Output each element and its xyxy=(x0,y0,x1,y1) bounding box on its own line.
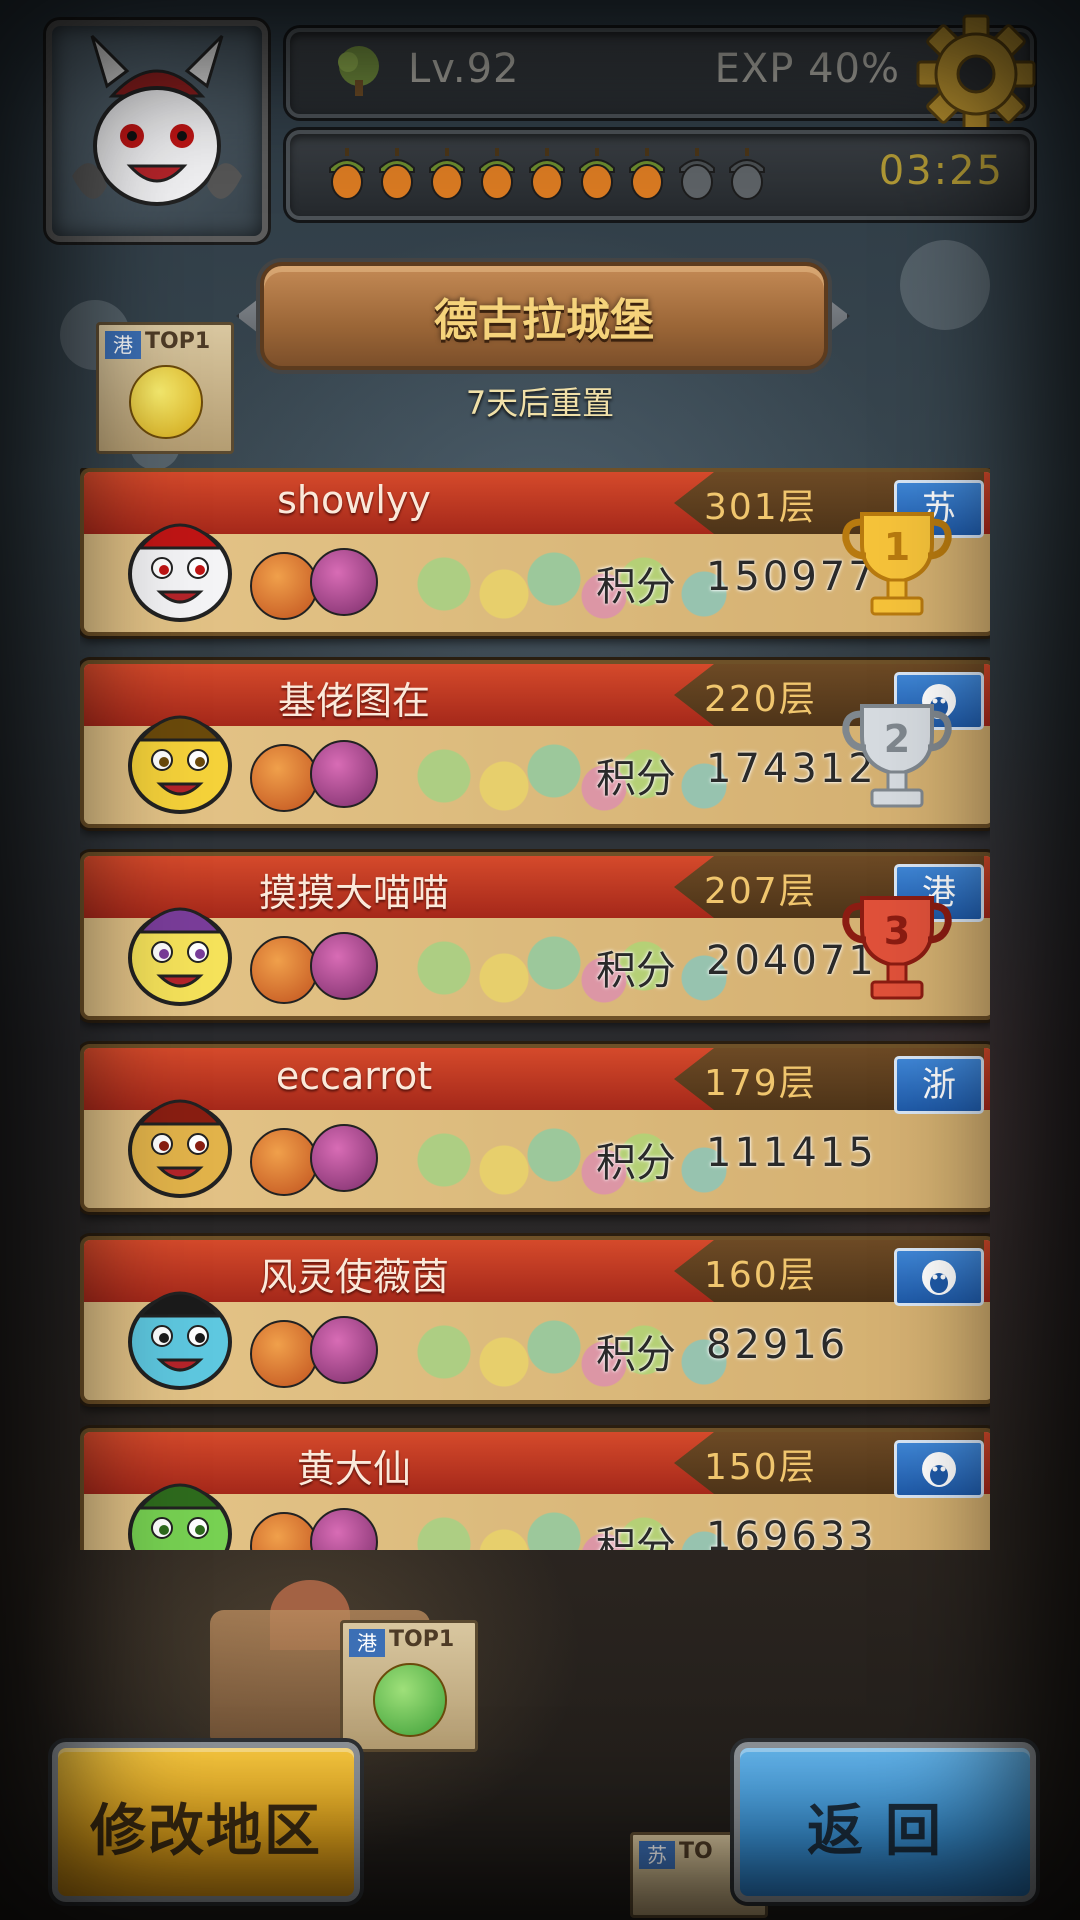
team-monster-icon xyxy=(310,1124,378,1192)
leaderboard-row[interactable]: eccarrot 179层 积分 111415 浙 xyxy=(80,1044,990,1212)
snow-tree-decor xyxy=(900,240,990,330)
score-value: 169633 xyxy=(706,1514,877,1550)
hero-monster-icon xyxy=(128,715,232,814)
score-label: 积分 xyxy=(596,1140,676,1186)
acorn-row xyxy=(326,148,768,202)
flag-monster-icon xyxy=(373,1663,447,1737)
team-characters xyxy=(100,1462,410,1550)
acorn-icon xyxy=(426,148,468,202)
flag-top-label: TOP1 xyxy=(145,329,211,354)
team-monster-icon xyxy=(310,1316,378,1384)
leaderboard-row[interactable]: showlyy 301层 积分 150977 苏 1 xyxy=(80,468,990,636)
leaderboard-row[interactable]: 黄大仙 150层 积分 169633 xyxy=(80,1428,990,1550)
tree-icon xyxy=(338,46,379,96)
team-monster-icon xyxy=(250,936,318,1004)
team-monster-icon xyxy=(250,1128,318,1196)
score-value: 111415 xyxy=(706,1130,877,1176)
hero-monster-icon xyxy=(128,1483,232,1550)
back-label: 返回 xyxy=(807,1799,963,1864)
hero-monster-icon xyxy=(128,1291,232,1390)
trophy-rank-number: 3 xyxy=(884,909,910,953)
region-badge xyxy=(894,1440,984,1498)
team-monster-icon xyxy=(250,1320,318,1388)
trophy-silver-icon: 2 xyxy=(842,704,952,808)
leaderboard-row[interactable]: 摸摸大喵喵 207层 积分 204071 港 3 xyxy=(80,852,990,1020)
floor-count: 207层 xyxy=(704,871,817,912)
team-monster-icon xyxy=(310,548,378,616)
floor-count: 301层 xyxy=(704,487,817,528)
region-badge: 浙 xyxy=(894,1056,984,1114)
team-characters xyxy=(100,1078,410,1208)
region-text: 浙 xyxy=(922,1065,956,1105)
score-label: 积分 xyxy=(596,1524,676,1550)
change-region-button[interactable]: 修改地区 xyxy=(52,1742,360,1902)
team-characters xyxy=(100,694,410,824)
team-characters xyxy=(100,1270,410,1400)
team-characters xyxy=(100,502,410,632)
score-label: 积分 xyxy=(596,948,676,994)
avatar-monster-icon xyxy=(72,34,242,206)
energy-timer: 03:25 xyxy=(878,148,1004,194)
floor-count: 179层 xyxy=(704,1063,817,1104)
flag-top-label: TOP1 xyxy=(389,1627,455,1652)
acorn-icon xyxy=(576,148,618,202)
back-button[interactable]: 返回 xyxy=(734,1742,1036,1902)
team-monster-icon xyxy=(310,740,378,808)
team-characters xyxy=(100,886,410,1016)
trophy-gold-icon: 1 xyxy=(842,512,952,616)
team-monster-icon xyxy=(250,552,318,620)
score-label: 积分 xyxy=(596,564,676,610)
hero-monster-icon xyxy=(128,523,232,622)
flag-region-tag: 港 xyxy=(105,331,141,359)
flag-region-tag: 港 xyxy=(349,1629,385,1657)
level-title-banner: 德古拉城堡 xyxy=(260,262,828,370)
team-monster-icon xyxy=(250,1512,318,1550)
gear-icon[interactable] xyxy=(912,10,1040,138)
flag-monster-icon xyxy=(129,365,203,439)
change-region-label: 修改地区 xyxy=(90,1799,322,1864)
trophy-bronze-icon: 3 xyxy=(842,896,952,1000)
score-label: 积分 xyxy=(596,756,676,802)
penguin-icon xyxy=(922,1451,956,1487)
exp-text: EXP 40% xyxy=(714,46,900,92)
flag-region-tag: 苏 xyxy=(639,1841,675,1869)
team-monster-icon xyxy=(310,932,378,1000)
acorn-empty-icon xyxy=(726,148,768,202)
player-avatar[interactable] xyxy=(46,20,268,242)
floor-count: 150层 xyxy=(704,1447,817,1488)
score-label: 积分 xyxy=(596,1332,676,1378)
acorn-icon xyxy=(526,148,568,202)
hero-monster-icon xyxy=(128,1099,232,1198)
energy-bar: 03:25 xyxy=(286,130,1034,220)
floor-count: 160层 xyxy=(704,1255,817,1296)
acorn-icon xyxy=(376,148,418,202)
level-title: 德古拉城堡 xyxy=(434,295,654,346)
leaderboard-row[interactable]: 风灵使薇茵 160层 积分 82916 xyxy=(80,1236,990,1404)
flag-top-label: TO xyxy=(679,1839,713,1864)
trophy-rank-number: 2 xyxy=(884,717,910,761)
penguin-icon xyxy=(922,1259,956,1295)
acorn-empty-icon xyxy=(676,148,718,202)
acorn-icon xyxy=(626,148,668,202)
hero-monster-icon xyxy=(128,907,232,1006)
level-text: Lv.92 xyxy=(408,46,520,92)
acorn-icon xyxy=(326,148,368,202)
leaderboard-list[interactable]: showlyy 301层 积分 150977 苏 1 基佬图在 220层 积分 174312 2 摸摸… xyxy=(80,468,990,1550)
score-value: 82916 xyxy=(706,1322,849,1368)
floor-count: 220层 xyxy=(704,679,817,720)
top1-flag[interactable]: 港 TOP1 xyxy=(96,322,234,454)
top1-flag[interactable]: 港 TOP1 xyxy=(340,1620,478,1752)
team-monster-icon xyxy=(250,744,318,812)
acorn-icon xyxy=(476,148,518,202)
team-monster-icon xyxy=(310,1508,378,1550)
region-badge xyxy=(894,1248,984,1306)
trophy-rank-number: 1 xyxy=(884,525,910,569)
leaderboard-row[interactable]: 基佬图在 220层 积分 174312 2 xyxy=(80,660,990,828)
